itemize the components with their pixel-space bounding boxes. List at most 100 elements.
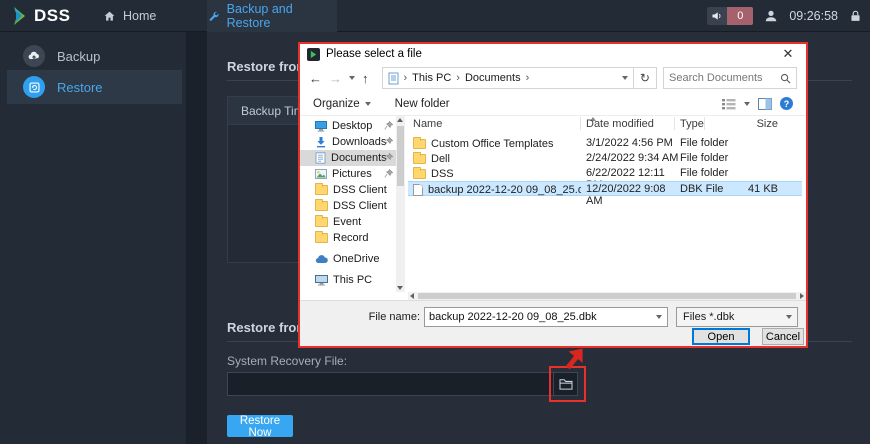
tree-item-dss-client[interactable]: DSS Client [300, 182, 396, 198]
column-header-type[interactable]: Type [680, 118, 704, 130]
cancel-button[interactable]: Cancel [762, 328, 804, 345]
toolbar-view-controls: ? [722, 97, 793, 110]
tree-item-downloads[interactable]: Downloads [300, 134, 396, 150]
tree-item-label: Downloads [332, 136, 387, 148]
file-row-dell[interactable]: Dell 2/24/2022 9:34 AM File folder [408, 151, 802, 166]
new-folder-button[interactable]: New folder [395, 98, 450, 110]
tree-item-label: Event [333, 216, 362, 228]
search-input[interactable] [669, 72, 780, 84]
tree-item-label: Desktop [332, 120, 373, 132]
help-icon[interactable]: ? [780, 97, 793, 110]
this-pc-icon [315, 274, 328, 285]
close-icon[interactable]: ✕ [777, 46, 799, 62]
pin-icon [384, 153, 393, 162]
tree-item-pictures[interactable]: Pictures [300, 166, 396, 182]
tree-item-desktop[interactable]: Desktop [300, 118, 396, 134]
downloads-icon [317, 137, 325, 148]
scrollbar-thumb[interactable] [418, 293, 796, 299]
user-icon[interactable] [764, 9, 778, 23]
document-location-icon [388, 72, 398, 84]
tree-item-this-pc[interactable]: This PC [300, 272, 396, 288]
sidebar-item-restore[interactable]: Restore [7, 70, 182, 104]
recent-locations-chevron-icon[interactable] [349, 76, 355, 80]
file-type: File folder [680, 137, 729, 149]
file-row-backup-dbk-selected[interactable]: backup 2022-12-20 09_08_25.dbk 12/20/202… [408, 181, 802, 207]
file-row-custom-office-templates[interactable]: Custom Office Templates 3/1/2022 4:56 PM… [408, 136, 802, 151]
tree-item-documents[interactable]: Documents [300, 150, 396, 166]
scroll-up-icon[interactable] [397, 118, 403, 122]
dialog-footer: File name: Files *.dbk Open Cancel [300, 300, 806, 346]
up-icon[interactable]: ↑ [362, 71, 369, 86]
home-icon [104, 11, 115, 21]
breadcrumb-separator: › [456, 72, 460, 84]
tree-item-label: Pictures [332, 168, 372, 180]
file-type-chevron-icon [786, 315, 792, 319]
address-bar[interactable]: › This PC › Documents › [381, 67, 634, 89]
organize-menu[interactable]: Organize [313, 98, 371, 110]
column-header-size[interactable]: Size [728, 118, 778, 130]
restore-now-button[interactable]: Restore Now [227, 415, 293, 439]
scroll-right-icon[interactable] [800, 293, 804, 299]
tree-item-label: DSS Client [333, 184, 387, 196]
dialog-title: Please select a file [326, 48, 422, 60]
file-size: 41 KB [748, 183, 778, 195]
sidebar-item-backup[interactable]: Backup [7, 40, 182, 72]
back-icon[interactable]: ← [309, 71, 322, 86]
column-header-date-modified[interactable]: Date modified [586, 118, 654, 130]
desktop-icon [315, 120, 327, 132]
open-button[interactable]: Open [692, 328, 750, 345]
scrollbar-thumb[interactable] [397, 126, 404, 186]
dialog-title-bar[interactable]: Please select a file ✕ [300, 44, 806, 64]
tab-backup-and-restore[interactable]: Backup and Restore [207, 0, 337, 32]
tree-item-label: Record [333, 232, 369, 244]
scroll-left-icon[interactable] [410, 293, 414, 299]
lock-icon[interactable] [849, 9, 862, 23]
wrench-icon [209, 11, 219, 21]
dialog-navigation-bar: ← → ↑ › This PC › Documents › ↻ [300, 64, 806, 92]
tree-vertical-scrollbar[interactable] [396, 116, 405, 292]
file-type: File folder [680, 167, 729, 179]
list-view-icon[interactable] [722, 98, 736, 110]
file-type-select[interactable]: Files *.dbk [676, 307, 798, 327]
preview-pane-icon[interactable] [758, 97, 772, 110]
search-box[interactable] [663, 67, 797, 89]
refresh-icon[interactable]: ↻ [633, 67, 657, 89]
system-recovery-file-input[interactable] [228, 373, 554, 395]
file-list-header: Name Date modified Type Size [408, 116, 802, 132]
new-folder-label: New folder [394, 97, 450, 110]
file-name-input[interactable] [425, 311, 656, 323]
tree-item-event[interactable]: Event [300, 214, 396, 230]
address-dropdown-chevron-icon[interactable] [621, 76, 628, 80]
folder-tree: Desktop Downloads Documents Pictures DSS [300, 116, 396, 292]
file-type-value: Files *.dbk [683, 311, 735, 323]
file-name: DSS [431, 167, 454, 180]
file-name: Custom Office Templates [431, 137, 554, 150]
view-options-chevron-icon[interactable] [744, 101, 750, 106]
file-list-horizontal-scrollbar[interactable] [408, 292, 806, 300]
forward-icon[interactable]: → [329, 71, 342, 86]
column-header-name[interactable]: Name [413, 118, 442, 130]
documents-icon [315, 152, 326, 164]
breadcrumb-documents[interactable]: Documents [465, 72, 521, 84]
file-type: File folder [680, 152, 729, 164]
file-row-dss[interactable]: DSS 6/22/2022 12:11 PM File folder [408, 166, 802, 191]
tree-item-label: OneDrive [333, 253, 380, 265]
sidebar-item-restore-label: Restore [57, 79, 103, 95]
tree-item-onedrive[interactable]: OneDrive [300, 251, 396, 267]
file-date: 2/24/2022 9:34 AM [586, 152, 679, 164]
tab-home[interactable]: Home [95, 0, 164, 32]
system-recovery-file-label: System Recovery File: [227, 354, 348, 368]
tree-item-record[interactable]: Record [300, 230, 396, 246]
dss-logo-icon [14, 7, 25, 25]
tree-item-dss-client-2[interactable]: DSS Client [300, 198, 396, 214]
file-name-dropdown-chevron-icon[interactable] [656, 315, 662, 319]
logo-text: DSS [34, 6, 71, 25]
breadcrumb-this-pc[interactable]: This PC [412, 72, 451, 84]
tree-item-label: DSS Client [333, 200, 387, 212]
dialog-toolbar: Organize New folder ? [300, 92, 806, 116]
folder-icon [413, 136, 426, 149]
top-navigation-bar: DSS Home Backup and Restore 0 09:26:58 [0, 0, 870, 32]
scroll-down-icon[interactable] [397, 286, 403, 290]
folder-icon [413, 151, 426, 164]
alarm-control[interactable]: 0 [707, 7, 754, 25]
